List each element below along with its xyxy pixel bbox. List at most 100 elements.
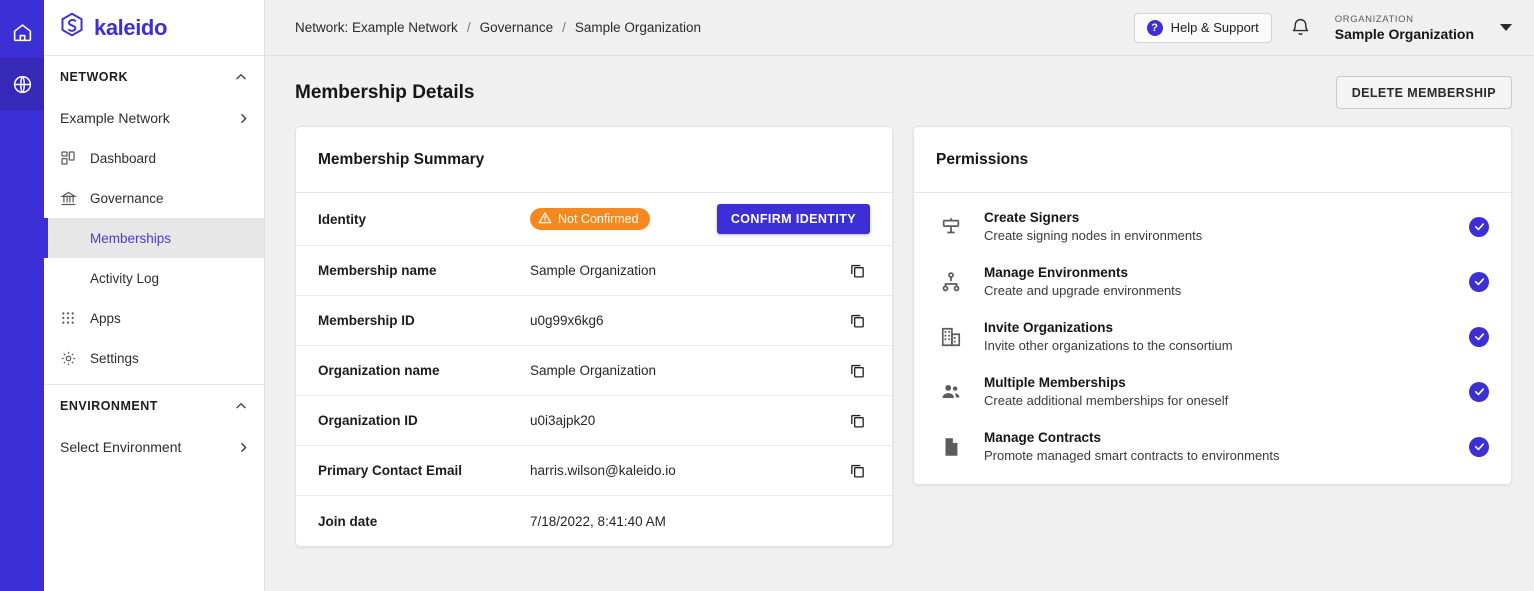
permission-text: Invite Organizations Invite other organi… (970, 320, 1469, 353)
copy-icon[interactable] (844, 408, 870, 434)
row-label: Primary Contact Email (318, 463, 463, 478)
sidebar-item-label: Activity Log (90, 270, 160, 286)
sidebar-item-label: Memberships (90, 230, 172, 246)
page-title: Membership Details (295, 81, 475, 103)
sidebar-item-dashboard[interactable]: Dashboard (44, 138, 264, 178)
hierarchy-icon (940, 271, 970, 293)
sidebar-item-label: Dashboard (90, 150, 157, 166)
permission-text: Multiple Memberships Create additional m… (970, 375, 1469, 408)
membership-summary-title: Membership Summary (318, 150, 485, 168)
permission-description: Create additional memberships for onesel… (984, 393, 1229, 408)
delete-membership-button[interactable]: DELETE MEMBERSHIP (1335, 76, 1512, 109)
sidebar-item-example-network[interactable]: Example Network (44, 98, 264, 138)
chevron-up-icon (234, 399, 248, 413)
sidebar-item-label: Settings (90, 350, 139, 366)
sidebar-section-network[interactable]: NETWORK (44, 56, 264, 98)
check-circle-icon (1469, 271, 1489, 292)
help-and-support-label: Help & Support (1170, 20, 1259, 35)
brand-name: kaleido (94, 14, 168, 40)
permissions-card: Permissions Create Signers Create signin… (913, 126, 1512, 485)
row-label: Organization name (318, 363, 440, 378)
row-label: Membership ID (318, 313, 415, 328)
brand-logo[interactable]: kaleido (44, 0, 264, 56)
app-rail (0, 0, 44, 591)
content-columns: Membership Summary Identity Not Confirme… (295, 126, 1512, 547)
chevron-up-icon (234, 70, 248, 84)
table-row-identity: Identity Not Confirmed CONFIRM IDENTITY (296, 193, 892, 246)
sidebar-item-settings[interactable]: Settings (44, 338, 264, 378)
copy-icon[interactable] (844, 458, 870, 484)
breadcrumb-separator: / (466, 20, 471, 35)
sidebar-item-label: Select Environment (60, 439, 182, 455)
breadcrumb-item-governance[interactable]: Governance (480, 20, 554, 35)
signer-node-icon (940, 216, 970, 238)
question-mark-icon: ? (1146, 19, 1163, 36)
sidebar-section-environment-title: ENVIRONMENT (60, 399, 158, 413)
organization-label: ORGANIZATION (1334, 13, 1414, 25)
permission-title: Multiple Memberships (984, 375, 1126, 390)
rail-item-globe[interactable] (0, 58, 44, 110)
organization-name: Sample Organization (1334, 25, 1474, 42)
permission-title: Manage Environments (984, 265, 1129, 280)
permission-title: Manage Contracts (984, 430, 1102, 445)
chevron-right-icon (237, 441, 250, 454)
sidebar-item-memberships[interactable]: Memberships (44, 218, 264, 258)
rail-item-home[interactable] (0, 6, 44, 58)
row-value: Sample Organization (530, 363, 657, 378)
permission-text: Manage Environments Create and upgrade e… (970, 265, 1469, 298)
check-circle-icon (1469, 436, 1489, 457)
row-label: Membership name (318, 263, 437, 278)
breadcrumb-item-network[interactable]: Network: Example Network (295, 20, 458, 35)
permissions-header: Permissions (914, 127, 1511, 193)
sidebar-section-network-title: NETWORK (60, 70, 129, 84)
permissions-title: Permissions (936, 150, 1029, 168)
apps-icon (60, 310, 82, 326)
sidebar-item-governance[interactable]: Governance (44, 178, 264, 218)
building-icon (940, 326, 970, 348)
check-circle-icon (1469, 326, 1489, 347)
permission-description: Promote managed smart contracts to envir… (984, 448, 1280, 463)
sidebar-item-activity-log[interactable]: Activity Log (44, 258, 264, 298)
list-item-multiple-memberships: Multiple Memberships Create additional m… (914, 364, 1511, 419)
table-row-organization-id: Organization ID u0i3ajpk20 (296, 396, 892, 446)
document-icon (940, 436, 970, 458)
table-row-join-date: Join date 7/18/2022, 8:41:40 AM (296, 496, 892, 546)
people-icon (940, 381, 970, 403)
sidebar-section-environment[interactable]: ENVIRONMENT (44, 385, 264, 427)
dashboard-icon (60, 150, 82, 166)
bell-icon[interactable] (1290, 17, 1311, 38)
row-value: Sample Organization (530, 263, 657, 278)
breadcrumb-item-organization[interactable]: Sample Organization (575, 20, 701, 35)
membership-summary-card: Membership Summary Identity Not Confirme… (295, 126, 893, 547)
sidebar-item-label: Governance (90, 190, 164, 206)
row-value: u0i3ajpk20 (530, 413, 596, 428)
home-icon (12, 22, 33, 43)
status-badge-label: Not Confirmed (558, 212, 639, 226)
page-header: Membership Details DELETE MEMBERSHIP (295, 76, 1512, 109)
row-value: harris.wilson@kaleido.io (530, 463, 676, 478)
sidebar-item-apps[interactable]: Apps (44, 298, 264, 338)
sidebar-item-label: Apps (90, 310, 121, 326)
gear-icon (60, 350, 82, 367)
copy-icon[interactable] (844, 308, 870, 334)
identity-status: Not Confirmed (530, 208, 717, 230)
page-content: Membership Details DELETE MEMBERSHIP Mem… (265, 56, 1534, 591)
list-item-manage-contracts: Manage Contracts Promote managed smart c… (914, 419, 1511, 474)
sidebar-item-select-environment[interactable]: Select Environment (44, 427, 264, 467)
kaleido-mark-icon (59, 12, 85, 43)
organization-selector[interactable]: ORGANIZATION Sample Organization (1329, 14, 1512, 42)
help-and-support-button[interactable]: ? Help & Support (1133, 12, 1272, 43)
row-value: 7/18/2022, 8:41:40 AM (530, 513, 666, 529)
table-row-membership-id: Membership ID u0g99x6kg6 (296, 296, 892, 346)
status-badge: Not Confirmed (530, 208, 650, 230)
copy-icon[interactable] (844, 358, 870, 384)
topbar-actions: ? Help & Support ORGANIZATION Sample Org… (1133, 12, 1512, 43)
list-item-create-signers: Create Signers Create signing nodes in e… (914, 199, 1511, 254)
triangle-down-icon (1500, 24, 1512, 31)
row-value: u0g99x6kg6 (530, 313, 604, 328)
copy-icon[interactable] (844, 258, 870, 284)
permission-title: Invite Organizations (984, 320, 1114, 335)
table-row-organization-name: Organization name Sample Organization (296, 346, 892, 396)
confirm-identity-button[interactable]: CONFIRM IDENTITY (716, 204, 870, 234)
membership-summary-header: Membership Summary (296, 127, 892, 193)
